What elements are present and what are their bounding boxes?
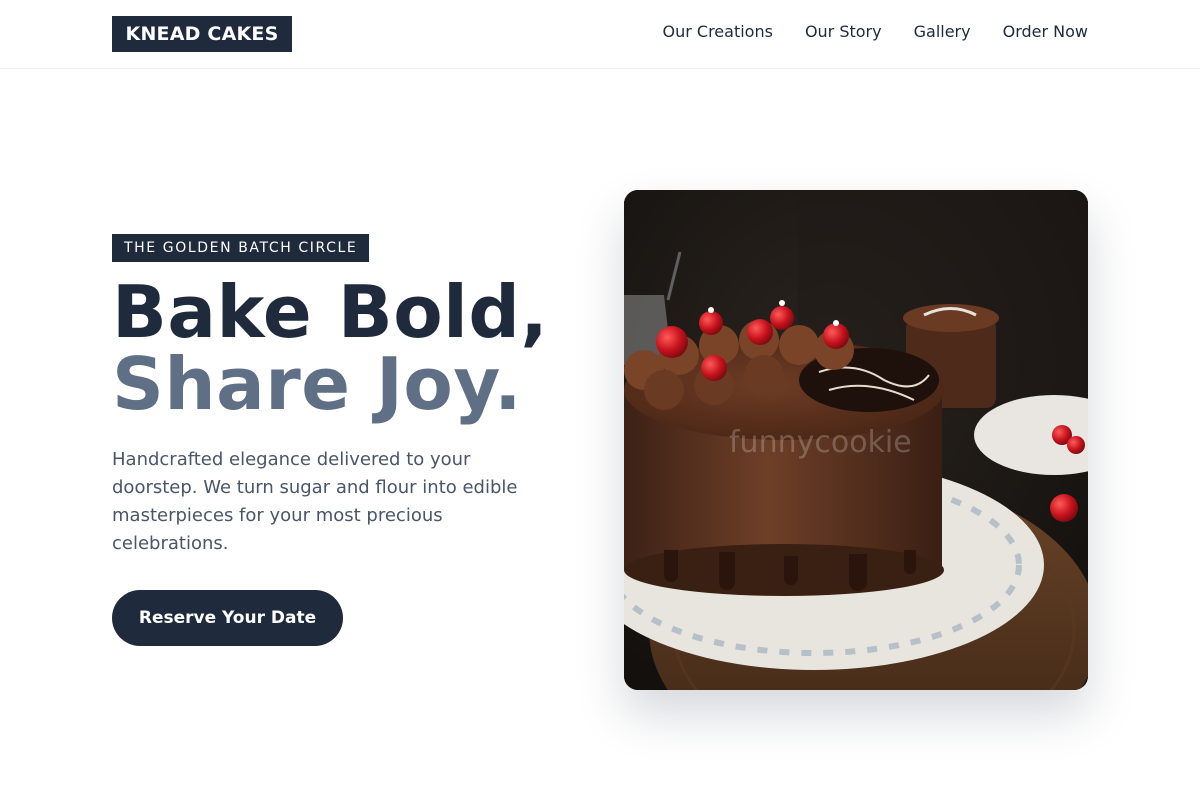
hero-description: Handcrafted elegance delivered to your d… [112,449,518,554]
image-watermark: funnycookie [729,425,912,460]
nav-link-our-creations[interactable]: Our Creations [663,20,773,44]
nav-link-our-story[interactable]: Our Story [805,20,882,44]
hero-badge: THE GOLDEN BATCH CIRCLE [112,234,370,262]
headline-line-1: Bake Bold, [112,270,549,354]
top-navigation: KNEAD CAKES Our Creations Our Story Gall… [0,0,1200,69]
cake-illustration: funnycookie [624,190,1088,690]
nav-links: Our Creations Our Story Gallery Order No… [663,20,1089,44]
headline-line-2: Share Joy. [112,342,523,426]
nav-link-order-now[interactable]: Order Now [1003,20,1088,44]
hero-headline: Bake Bold, Share Joy. [112,276,548,420]
nav-link-gallery[interactable]: Gallery [914,20,971,44]
brand-logo[interactable]: KNEAD CAKES [112,16,292,52]
reserve-date-button[interactable]: Reserve Your Date [112,590,343,646]
chocolate-cake-image: funnycookie [624,190,1088,690]
